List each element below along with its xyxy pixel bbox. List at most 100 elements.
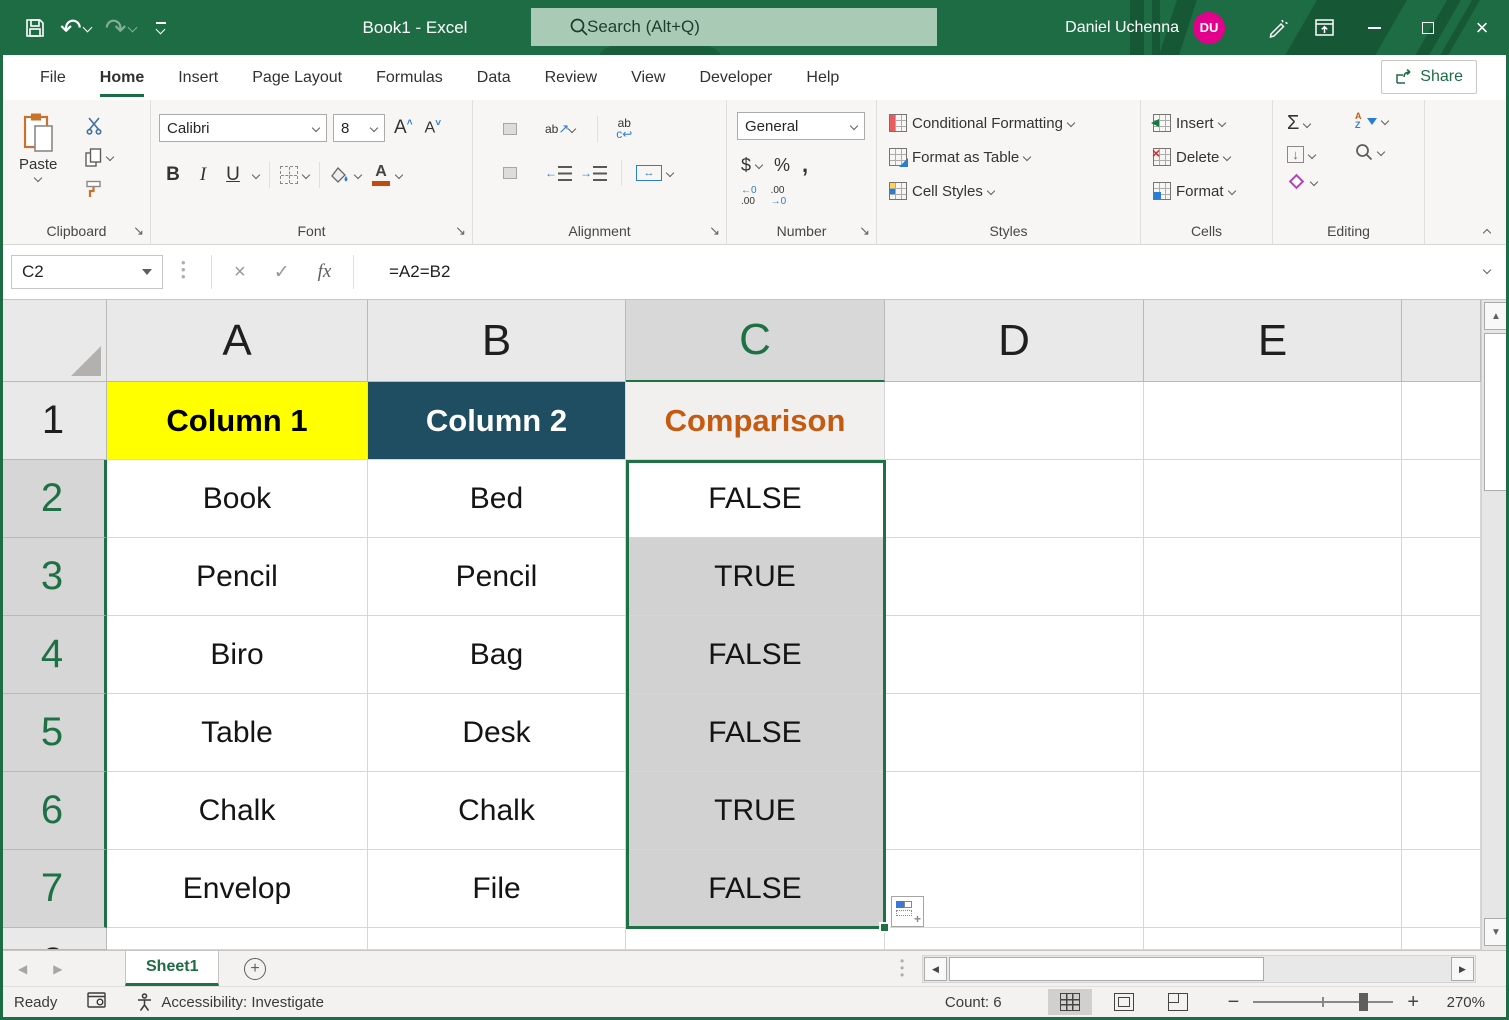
cell-D1[interactable] [885, 382, 1144, 460]
number-dialog-launcher-icon[interactable]: ↘ [859, 223, 870, 239]
middle-align-button[interactable] [503, 123, 517, 135]
zoom-slider[interactable] [1253, 1001, 1393, 1003]
cell-D5[interactable] [885, 694, 1144, 772]
insert-dropdown-icon[interactable] [1217, 119, 1225, 127]
sheet-tab-sheet1[interactable]: Sheet1 [125, 951, 219, 986]
zoom-level[interactable]: 270% [1433, 994, 1485, 1011]
cell-A6[interactable]: Chalk [107, 772, 368, 850]
increase-indent-button[interactable]: → [580, 166, 607, 181]
scroll-up-icon[interactable]: ▲ [1484, 302, 1508, 330]
cell-E1[interactable] [1144, 382, 1402, 460]
close-button[interactable]: × [1455, 0, 1509, 55]
delete-dropdown-icon[interactable] [1223, 153, 1231, 161]
zoom-slider-thumb[interactable] [1359, 993, 1368, 1011]
page-layout-view-button[interactable] [1102, 989, 1146, 1015]
cell-A7[interactable]: Envelop [107, 850, 368, 928]
cell-C1[interactable]: Comparison [626, 382, 885, 460]
delete-cells-button[interactable]: Delete [1153, 146, 1230, 168]
minimize-button[interactable] [1347, 0, 1401, 55]
ribbon-display-options-icon[interactable] [1301, 0, 1347, 55]
merge-dropdown-icon[interactable] [666, 169, 674, 177]
borders-button[interactable] [280, 166, 309, 184]
horizontal-scrollbar-thumb[interactable] [949, 957, 1264, 981]
align-right-button[interactable] [525, 168, 537, 178]
cell-B7[interactable]: File [368, 850, 626, 928]
cell-C2-active[interactable]: FALSE [626, 460, 885, 538]
cell-E5[interactable] [1144, 694, 1402, 772]
orientation-button[interactable]: ab↗ [545, 121, 575, 137]
cut-button[interactable] [85, 114, 113, 136]
decrease-decimal-button[interactable]: .00→0 [771, 186, 787, 207]
cell-styles-button[interactable]: Cell Styles [889, 180, 994, 202]
row-header-7[interactable]: 7 [0, 850, 107, 928]
fill-button[interactable]: ↓ [1287, 146, 1317, 163]
row-header-8-partial[interactable]: 8 [0, 928, 107, 950]
cell-B3[interactable]: Pencil [368, 538, 626, 616]
clear-button[interactable] [1287, 174, 1317, 189]
column-header-partial-F[interactable] [1402, 300, 1481, 382]
tab-view[interactable]: View [614, 55, 682, 100]
zoom-in-button[interactable]: + [1407, 991, 1419, 1014]
cell-F7[interactable] [1402, 850, 1481, 928]
cell-A8-partial[interactable] [107, 928, 368, 950]
enter-formula-button[interactable]: ✓ [274, 261, 290, 284]
underline-dropdown-icon[interactable] [252, 171, 260, 179]
currency-format-button[interactable]: $ [741, 155, 762, 176]
autosum-button[interactable]: Σ [1287, 112, 1317, 135]
fill-color-button[interactable] [330, 166, 361, 184]
next-sheet-icon[interactable]: ▶ [53, 962, 62, 976]
tab-formulas[interactable]: Formulas [359, 55, 460, 100]
column-header-C[interactable]: C [626, 300, 885, 382]
clipboard-dialog-launcher-icon[interactable]: ↘ [133, 223, 144, 239]
bold-button[interactable]: B [163, 164, 183, 186]
page-break-view-button[interactable] [1156, 989, 1200, 1015]
cell-F4[interactable] [1402, 616, 1481, 694]
increase-font-size-button[interactable]: A˄ [391, 117, 416, 139]
column-header-B[interactable]: B [368, 300, 626, 382]
undo-dropdown-icon[interactable] [82, 23, 92, 33]
tab-home[interactable]: Home [83, 55, 161, 100]
tab-help[interactable]: Help [789, 55, 856, 100]
cell-B1[interactable]: Column 2 [368, 382, 626, 460]
format-as-table-button[interactable]: Format as Table [889, 146, 1030, 168]
sort-filter-button[interactable]: AZ [1355, 112, 1388, 130]
column-header-D[interactable]: D [885, 300, 1144, 382]
format-painter-button[interactable] [85, 178, 113, 200]
column-header-E[interactable]: E [1144, 300, 1402, 382]
cell-C5[interactable]: FALSE [626, 694, 885, 772]
cell-B5[interactable]: Desk [368, 694, 626, 772]
customize-quick-access-icon[interactable] [156, 22, 166, 33]
cell-F3[interactable] [1402, 538, 1481, 616]
fill-handle[interactable] [879, 922, 890, 933]
copy-dropdown-icon[interactable] [106, 153, 114, 161]
count-status[interactable]: Count: 6 [945, 994, 1002, 1011]
tab-developer[interactable]: Developer [682, 55, 789, 100]
autosum-dropdown-icon[interactable] [1303, 119, 1311, 127]
cell-A2[interactable]: Book [107, 460, 368, 538]
conditional-formatting-dropdown-icon[interactable] [1067, 119, 1075, 127]
cell-D8-partial[interactable] [885, 928, 1144, 950]
cancel-formula-button[interactable]: × [234, 261, 246, 284]
cell-C7[interactable]: FALSE [626, 850, 885, 928]
cell-F5[interactable] [1402, 694, 1481, 772]
formula-input[interactable]: =A2=B2 [389, 255, 450, 289]
insert-cells-button[interactable]: Insert [1153, 112, 1225, 134]
cell-E3[interactable] [1144, 538, 1402, 616]
search-input[interactable] [587, 17, 887, 37]
accessibility-status[interactable]: Accessibility: Investigate [136, 993, 324, 1012]
avatar[interactable]: DU [1193, 12, 1225, 44]
cell-A3[interactable]: Pencil [107, 538, 368, 616]
cell-C4[interactable]: FALSE [626, 616, 885, 694]
name-box-dropdown-icon[interactable] [142, 269, 152, 275]
cell-B2[interactable]: Bed [368, 460, 626, 538]
borders-dropdown-icon[interactable] [302, 171, 310, 179]
alignment-dialog-launcher-icon[interactable]: ↘ [709, 223, 720, 239]
font-name-combo[interactable]: Calibri [159, 114, 327, 142]
vertical-scrollbar[interactable]: ▲ ▼ [1481, 300, 1509, 950]
paste-dropdown-icon[interactable] [34, 174, 42, 182]
cell-C3[interactable]: TRUE [626, 538, 885, 616]
cell-styles-dropdown-icon[interactable] [987, 187, 995, 195]
cell-E2[interactable] [1144, 460, 1402, 538]
bottom-align-button[interactable] [525, 124, 537, 134]
copy-button[interactable] [85, 146, 113, 168]
